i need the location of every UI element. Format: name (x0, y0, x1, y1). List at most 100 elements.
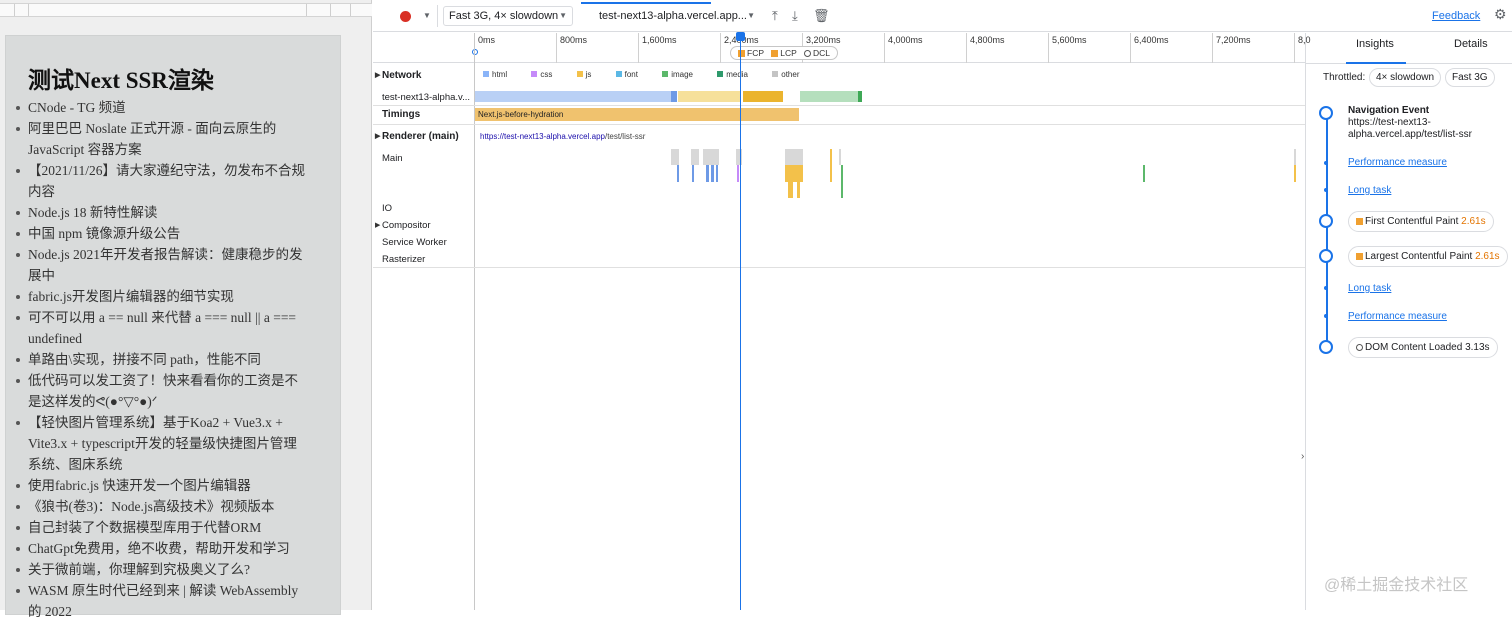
network-request-html[interactable] (475, 91, 671, 102)
tab-insights[interactable]: Insights (1356, 38, 1394, 50)
main-task[interactable] (671, 149, 679, 165)
timings-track-header[interactable]: Timings (373, 109, 474, 120)
ruler-tick: 5,600ms (1048, 33, 1087, 63)
main-task-paint[interactable] (841, 165, 843, 198)
list-item[interactable]: fabric.js开发图片编辑器的细节实现 (14, 286, 310, 307)
chevron-down-icon: ▼ (559, 11, 567, 20)
list-item[interactable]: 关于微前端，你理解到究极奥义了么? (14, 559, 310, 580)
fcp-pill[interactable]: First Contentful Paint 2.61s (1348, 211, 1494, 232)
network-track-header[interactable]: ▶ Network (373, 70, 474, 81)
network-request-js-2[interactable] (743, 91, 783, 102)
list-item[interactable]: 可不可以用 a == null 来代替 a === null || a === … (14, 307, 310, 349)
main-task[interactable] (703, 149, 719, 165)
legend-js: js (576, 70, 603, 79)
network-row-label[interactable]: test-next13-alpha.v... (373, 92, 474, 103)
tab-details[interactable]: Details (1454, 38, 1488, 50)
dcl-pill[interactable]: DOM Content Loaded 3.13s (1348, 337, 1498, 358)
timing-next-before-hydration[interactable]: Next.js-before-hydration (475, 108, 799, 121)
long-task-link[interactable]: Long task (1348, 283, 1391, 294)
cpu-throttle-chip[interactable]: 4× slowdown (1369, 68, 1442, 87)
list-item[interactable]: WASM 原生时代已经到来 | 解读 WebAssembly 的 2022 (14, 580, 310, 622)
playhead-handle[interactable] (736, 32, 745, 41)
main-task-html[interactable] (692, 165, 694, 182)
legend-css: css (531, 70, 563, 79)
main-task[interactable] (839, 149, 841, 165)
compositor-track[interactable]: ▶ Compositor (373, 220, 474, 231)
record-menu-icon[interactable]: ▼ (423, 11, 431, 20)
fcp-marker: FCP (747, 48, 764, 58)
list-item[interactable]: 《狼书(卷3)：Node.js高级技术》视频版本 (14, 496, 310, 517)
renderer-url-path: /test/list-ssr (604, 132, 646, 141)
long-task-link[interactable]: Long task (1348, 185, 1391, 196)
recording-select[interactable]: test-next13-alpha.vercel.app... ▼ (593, 6, 761, 26)
sidebar-collapse-icon[interactable]: › (1301, 451, 1304, 462)
fcp-label: First Contentful Paint (1365, 216, 1459, 227)
rasterizer-track[interactable]: Rasterizer (373, 254, 474, 265)
download-icon[interactable]: ⤓ (792, 8, 798, 24)
paint-markers[interactable]: FCP LCP DCL (730, 46, 839, 60)
main-task[interactable] (1294, 149, 1296, 165)
network-throttle-chip[interactable]: Fast 3G (1445, 68, 1495, 87)
main-task-script[interactable] (785, 165, 803, 182)
feedback-link[interactable]: Feedback (1432, 10, 1480, 22)
list-item[interactable]: 单路由\实现，拼接不同 path，性能不同 (14, 349, 310, 370)
list-item[interactable]: Node.js 18 新特性解读 (14, 202, 310, 223)
network-request-image[interactable] (800, 91, 860, 102)
legend-media-label: media (726, 70, 749, 79)
upload-icon[interactable]: ⤒ (772, 8, 778, 24)
list-item[interactable]: 阿里巴巴 Noslate 正式开源 - 面向云原生的 JavaScript 容器… (14, 118, 310, 160)
performance-measure-link[interactable]: Performance measure (1348, 157, 1447, 168)
main-task[interactable] (691, 149, 699, 165)
timeline-node (1319, 106, 1333, 120)
ruler-tick: 0ms (474, 33, 495, 63)
main-task-script[interactable] (788, 182, 793, 198)
timeline-dot (1324, 314, 1328, 318)
main-thread-label[interactable]: Main (373, 153, 474, 164)
throttle-select[interactable]: Fast 3G, 4× slowdown ▼ (443, 6, 573, 26)
insights-timeline-line (1326, 108, 1328, 348)
main-task-script[interactable] (830, 149, 832, 182)
io-track[interactable]: IO (373, 203, 474, 214)
list-item[interactable]: 【2021/11/26】请大家遵纪守法，勿发布不合规内容 (14, 160, 310, 202)
list-item[interactable]: ChatGpt免费用，绝不收费，帮助开发和学习 (14, 538, 310, 559)
list-item[interactable]: CNode - TG 频道 (14, 97, 310, 118)
compositor-label: Compositor (382, 220, 431, 231)
record-button[interactable] (400, 11, 411, 22)
main-task-script[interactable] (797, 182, 800, 198)
playhead-line[interactable] (740, 33, 741, 610)
list-item[interactable]: 自己封装了个数据模型库用于代替ORM (14, 517, 310, 538)
list-item[interactable]: Node.js 2021年开发者报告解读：健康稳步的发展中 (14, 244, 310, 286)
toolbar: ▼ Fast 3G, 4× slowdown ▼ test-next13-alp… (373, 0, 1512, 32)
main-task-html[interactable] (677, 165, 679, 182)
list-item[interactable]: 使用fabric.js 快速开发一个图片编辑器 (14, 475, 310, 496)
trash-icon[interactable]: 🗑 (813, 8, 830, 24)
renderer-url-host: https://test-next13-alpha.vercel.app (480, 132, 605, 141)
service-worker-track[interactable]: Service Worker (373, 237, 474, 248)
list-item[interactable]: 中国 npm 镜像源升级公告 (14, 223, 310, 244)
gear-icon[interactable]: ⚙ (1494, 6, 1507, 23)
recording-active-line (581, 2, 711, 4)
network-request-image-end[interactable] (858, 91, 862, 102)
timeline-node (1319, 214, 1333, 228)
main-task-html[interactable] (711, 165, 714, 182)
main-task-html[interactable] (706, 165, 709, 182)
throttle-select-label: Fast 3G, 4× slowdown (449, 10, 559, 22)
main-task-script[interactable] (1294, 165, 1296, 182)
main-task-html[interactable] (716, 165, 718, 182)
time-ruler[interactable]: 0ms 800ms 1,600ms 2,400ms 3,200ms 4,000m… (373, 33, 1311, 63)
timeline[interactable]: 0ms 800ms 1,600ms 2,400ms 3,200ms 4,000m… (373, 32, 1311, 610)
main-task-paint[interactable] (1143, 165, 1145, 182)
main-task[interactable] (785, 149, 803, 165)
page-card: 测试Next SSR渲染 CNode - TG 频道 阿里巴巴 Noslate … (5, 35, 341, 619)
renderer-track-header[interactable]: ▶ Renderer (main) (373, 131, 474, 142)
list-item[interactable]: 【轻快图片管理系统】基于Koa2 + Vue3.x + Vite3.x + ty… (14, 412, 310, 475)
lcp-pill[interactable]: Largest Contentful Paint 2.61s (1348, 246, 1508, 267)
performance-measure-link[interactable]: Performance measure (1348, 311, 1447, 322)
list-item[interactable]: 低代码可以发工资了！快来看看你的工资是不是这样发的ᕙ(●°▽°●)ᐟ (14, 370, 310, 412)
main-task-style[interactable] (737, 165, 739, 182)
network-request-js[interactable] (678, 91, 740, 102)
panel-tabs: Insights Details (1306, 33, 1512, 64)
network-request-html-end[interactable] (671, 91, 677, 102)
insights-panel: Insights Details Throttled: 4× slowdown … (1305, 33, 1512, 610)
main-task[interactable] (736, 149, 742, 165)
